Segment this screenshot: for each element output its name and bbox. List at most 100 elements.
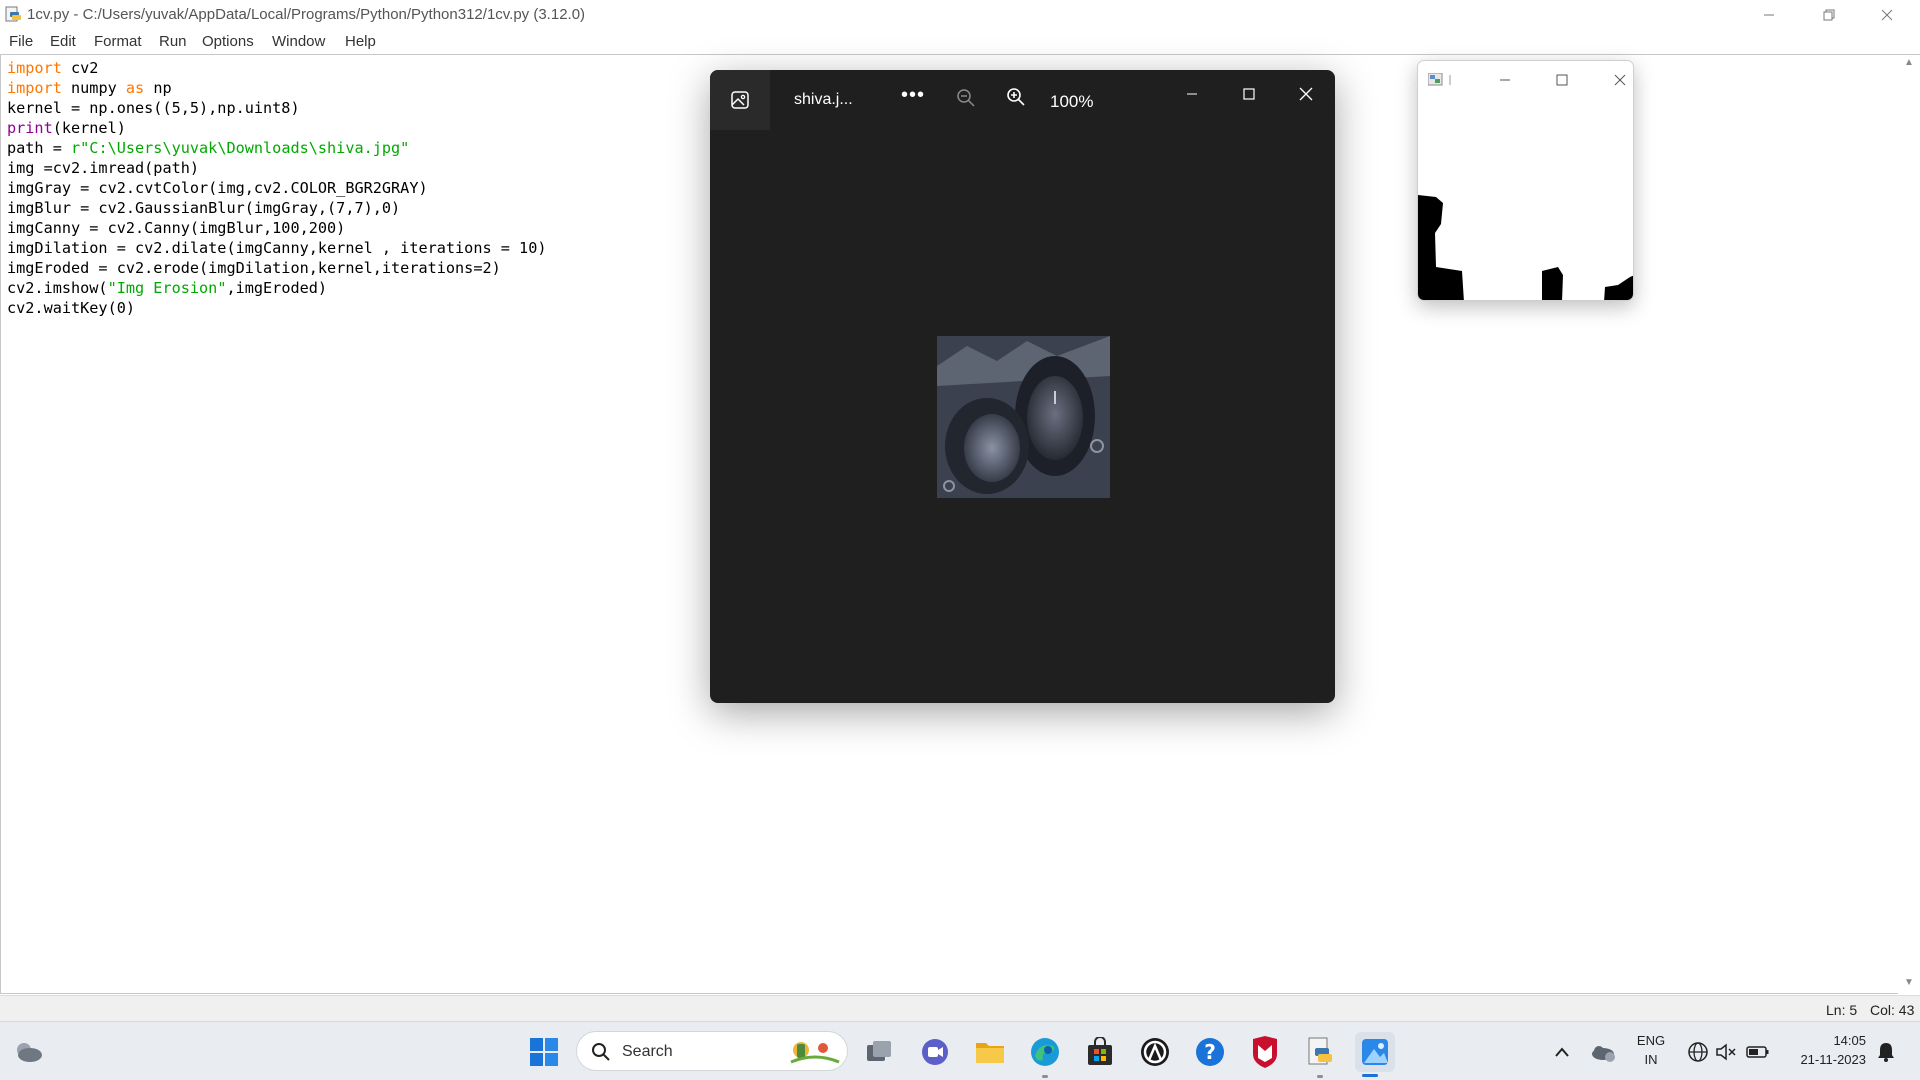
code-token: numpy (61, 79, 126, 97)
code-token: cv2.imshow( (7, 279, 108, 297)
editor-restore-button[interactable] (1800, 0, 1858, 29)
edge-running-indicator (1042, 1075, 1048, 1078)
code-token: img =cv2.imread(path) (7, 159, 200, 177)
status-col: Col: 43 (1870, 1002, 1915, 1018)
taskbar-search-box[interactable]: Search (576, 1031, 848, 1071)
github-style-icon (1141, 1038, 1169, 1066)
code-line: imgCanny = cv2.Canny(imgBlur,100,200) (7, 218, 546, 238)
weather-widget[interactable] (8, 1032, 48, 1072)
code-line: imgEroded = cv2.erode(imgDilation,kernel… (7, 258, 546, 278)
svg-text:?: ? (1204, 1040, 1216, 1064)
opencv-maximize-button[interactable] (1542, 67, 1582, 93)
maximize-icon (1243, 88, 1255, 100)
scroll-up-icon[interactable]: ▲ (1904, 57, 1914, 68)
notifications-button[interactable] (1866, 1032, 1906, 1072)
python-idle-button[interactable] (1300, 1032, 1340, 1072)
help-icon: ? (1196, 1038, 1224, 1066)
edge-browser-button[interactable] (1025, 1032, 1065, 1072)
cloud-sync-icon (1592, 1046, 1615, 1062)
displayed-photo (937, 336, 1110, 498)
idle-running-indicator (1317, 1075, 1323, 1078)
language-indicator-top[interactable]: ENG (1634, 1033, 1668, 1048)
code-line: print(kernel) (7, 118, 546, 138)
opencv-image-window (1417, 60, 1634, 301)
opencv-close-button[interactable] (1600, 67, 1633, 93)
photos-active-indicator (1362, 1074, 1378, 1077)
code-token: imgGray = cv2.cvtColor(img,cv2.COLOR_BGR… (7, 179, 428, 197)
menu-edit[interactable]: Edit (50, 33, 76, 50)
minimize-icon (1500, 79, 1510, 81)
zoom-out-icon[interactable] (956, 88, 976, 108)
eroded-image-canvas (1418, 99, 1633, 300)
bell-icon (1878, 1043, 1894, 1062)
code-line: imgBlur = cv2.GaussianBlur(imgGray,(7,7)… (7, 198, 546, 218)
maximize-icon (1556, 74, 1568, 86)
editor-statusbar: Ln: 5 Col: 43 (0, 995, 1920, 1021)
photos-viewer-window: shiva.j... ••• 100% (710, 70, 1335, 703)
photos-app-icon (1362, 1039, 1388, 1065)
photos-maximize-button[interactable] (1221, 78, 1277, 110)
scroll-down-icon[interactable]: ▼ (1904, 977, 1914, 988)
code-line: kernel = np.ones((5,5),np.uint8) (7, 98, 546, 118)
code-token: print (7, 119, 53, 137)
python-file-icon (5, 6, 21, 22)
clock-time[interactable]: 14:05 (1776, 1033, 1866, 1048)
code-token: ,imgEroded) (226, 279, 328, 297)
code-token: import (7, 59, 62, 77)
opencv-minimize-button[interactable] (1485, 67, 1525, 93)
zoom-level: 100% (1050, 92, 1094, 111)
photos-close-button[interactable] (1278, 78, 1334, 110)
code-line: imgGray = cv2.cvtColor(img,cv2.COLOR_BGR… (7, 178, 546, 198)
zoom-in-icon[interactable] (1006, 87, 1026, 107)
clock-date[interactable]: 21-11-2023 (1776, 1052, 1866, 1067)
menu-file[interactable]: File (9, 33, 33, 50)
code-text: import cv2 import numpy as np kernel = np.… (7, 58, 546, 318)
photos-app-button[interactable] (1355, 1032, 1395, 1072)
menu-window[interactable]: Window (272, 33, 325, 50)
task-view-icon (867, 1041, 891, 1061)
start-button[interactable] (524, 1032, 564, 1072)
menu-help[interactable]: Help (345, 33, 376, 50)
editor-window-title: 1cv.py - C:/Users/yuvak/AppData/Local/Pr… (27, 6, 586, 23)
photo-artwork (937, 336, 1110, 498)
mcafee-button[interactable] (1245, 1032, 1285, 1072)
code-token: cv2 (61, 59, 99, 77)
teams-chat-button[interactable] (915, 1032, 955, 1072)
task-view-button[interactable] (860, 1032, 900, 1072)
python-idle-icon (1308, 1037, 1332, 1065)
opencv-titlebar (1418, 61, 1633, 99)
photos-minimize-button[interactable] (1164, 78, 1220, 110)
editor-minimize-button[interactable] (1740, 0, 1798, 29)
menu-options[interactable]: Options (202, 33, 254, 50)
editor-close-button[interactable] (1858, 0, 1916, 29)
teams-chat-icon (922, 1039, 948, 1065)
editor-titlebar: 1cv.py - C:/Users/yuvak/AppData/Local/Pr… (0, 0, 1920, 29)
code-line: import cv2 (7, 58, 546, 78)
search-icon (592, 1043, 610, 1061)
file-explorer-button[interactable] (970, 1032, 1010, 1072)
code-token: imgCanny = cv2.Canny(imgBlur,100,200) (7, 219, 346, 237)
microsoft-store-button[interactable] (1080, 1032, 1120, 1072)
code-line: import numpy as np (7, 78, 546, 98)
code-token: imgBlur = cv2.GaussianBlur(imgGray,(7,7)… (7, 199, 401, 217)
search-highlight-icon (790, 1042, 840, 1064)
get-help-button[interactable]: ? (1190, 1032, 1230, 1072)
language-indicator-bottom[interactable]: IN (1634, 1052, 1668, 1067)
chevron-up-icon (1555, 1047, 1569, 1057)
more-options-button[interactable]: ••• (901, 84, 925, 107)
onedrive-tray-button[interactable] (1583, 1032, 1623, 1072)
gallery-button[interactable] (710, 70, 770, 130)
editor-scrollbar[interactable]: ▲ ▼ (1898, 54, 1920, 994)
status-line: Ln: 5 (1826, 1002, 1858, 1018)
code-token: path = (7, 139, 72, 157)
close-icon (1299, 87, 1313, 101)
battery-tray-button[interactable] (1738, 1032, 1778, 1072)
code-token: np (144, 79, 172, 97)
dev-app-button[interactable] (1135, 1032, 1175, 1072)
show-hidden-icons-button[interactable] (1542, 1032, 1582, 1072)
code-token: (kernel) (52, 119, 126, 137)
opencv-window-icon (1428, 73, 1451, 86)
edge-icon (1031, 1038, 1059, 1066)
menu-format[interactable]: Format (94, 33, 142, 50)
menu-run[interactable]: Run (159, 33, 187, 50)
